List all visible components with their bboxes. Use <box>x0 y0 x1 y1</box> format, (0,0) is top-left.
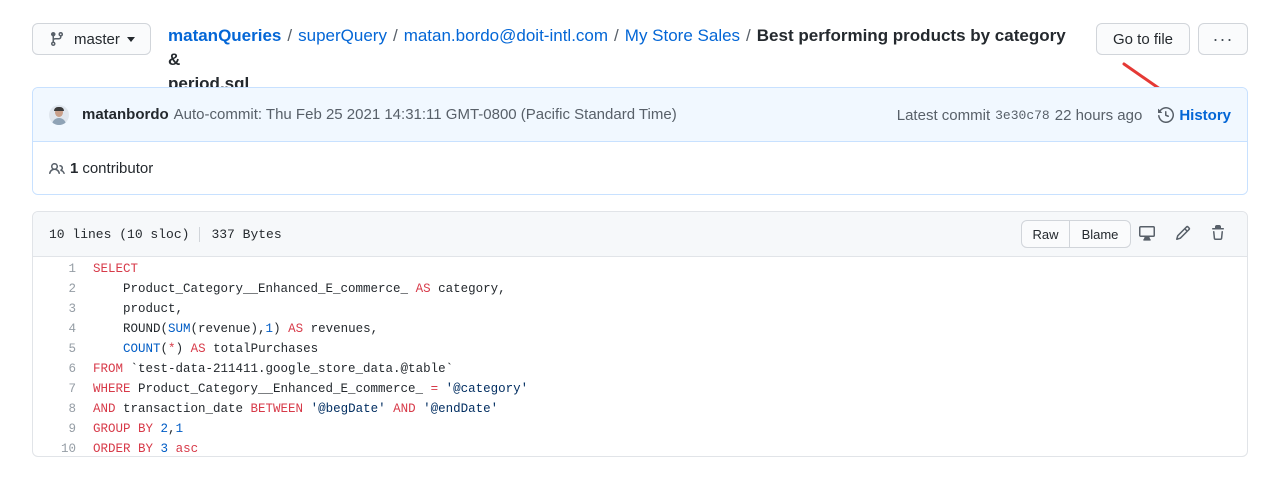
code-line: 9 GROUP BY 2,1 <box>33 419 1247 439</box>
raw-blame-group: Raw Blame <box>1021 220 1131 248</box>
latest-commit-box: matanbordo Auto-commit: Thu Feb 25 2021 … <box>32 87 1248 195</box>
file-header: 10 lines (10 sloc) 337 Bytes Raw Blame <box>33 212 1247 257</box>
line-content: WHERE Product_Category__Enhanced_E_comme… <box>93 382 529 396</box>
go-to-file-button[interactable]: Go to file <box>1096 23 1190 55</box>
line-content: COUNT(*) AS totalPurchases <box>123 342 319 356</box>
blame-button[interactable]: Blame <box>1070 221 1130 247</box>
contributors-row[interactable]: 1 contributor <box>33 142 1247 194</box>
file-viewer: 10 lines (10 sloc) 337 Bytes Raw Blame 1… <box>32 211 1248 457</box>
breadcrumb-separator: / <box>614 26 619 45</box>
line-number[interactable]: 1 <box>33 262 76 276</box>
breadcrumb-segment-link[interactable]: superQuery <box>298 26 387 45</box>
desktop-icon[interactable] <box>1139 225 1157 243</box>
people-icon <box>49 161 66 177</box>
breadcrumb-separator: / <box>287 26 293 45</box>
code-line: 6 FROM `test-data-211411.google_store_dat… <box>33 359 1247 379</box>
line-number[interactable]: 8 <box>33 402 76 416</box>
code-line: 1 SELECT <box>33 259 1247 279</box>
breadcrumb-segment-link[interactable]: My Store Sales <box>625 26 740 45</box>
breadcrumb-separator: / <box>392 26 398 45</box>
file-lines-info: 10 lines (10 sloc) <box>49 226 201 242</box>
code-line: 10 ORDER BY 3 asc <box>33 439 1247 456</box>
contributor-label: contributor <box>82 160 154 177</box>
commit-meta: Latest commit 3e30c78 22 hours ago Histo… <box>897 88 1231 142</box>
breadcrumb-segment-link[interactable]: matan.bordo@doit-intl.com <box>404 26 608 45</box>
commit-sha-link[interactable]: 3e30c78 <box>995 108 1050 123</box>
breadcrumb-separator: / <box>746 26 751 45</box>
commit-time: 22 hours ago <box>1054 106 1143 124</box>
commit-author-link[interactable]: matanbordo <box>82 106 169 123</box>
code-line: 3 product, <box>33 299 1247 319</box>
line-content: AND transaction_date BETWEEN '@begDate' … <box>93 402 499 416</box>
code-line: 7 WHERE Product_Category__Enhanced_E_comm… <box>33 379 1247 399</box>
line-number[interactable]: 10 <box>33 442 76 456</box>
line-number[interactable]: 9 <box>33 422 76 436</box>
trash-icon[interactable] <box>1210 225 1228 243</box>
avatar[interactable] <box>49 104 69 125</box>
git-branch-icon <box>49 31 65 47</box>
code-line: 4 ROUND(SUM(revenue),1) AS revenues, <box>33 319 1247 339</box>
file-size: 337 Bytes <box>211 226 282 242</box>
code-block: 1 SELECT 2 Product_Category__Enhanced_E_co… <box>33 257 1247 456</box>
code-line: 2 Product_Category__Enhanced_E_commerce_… <box>33 279 1247 299</box>
line-number[interactable]: 3 <box>33 302 76 316</box>
line-number[interactable]: 4 <box>33 322 76 336</box>
code-line: 5 COUNT(*) AS totalPurchases <box>33 339 1247 359</box>
line-content: SELECT <box>93 262 139 276</box>
line-content: product, <box>93 302 184 316</box>
latest-commit-label: Latest commit <box>896 106 991 124</box>
raw-button[interactable]: Raw <box>1022 221 1070 247</box>
line-content: GROUP BY 2,1 <box>93 422 184 436</box>
history-link[interactable]: History <box>1158 107 1231 124</box>
history-clock-icon <box>1158 107 1175 123</box>
commit-message[interactable]: Auto-commit: Thu Feb 25 2021 14:31:11 GM… <box>174 106 677 123</box>
line-content: ROUND(SUM(revenue),1) AS revenues, <box>93 322 379 336</box>
history-label: History <box>1179 106 1231 124</box>
kebab-icon[interactable]: ··· <box>1198 23 1248 55</box>
commit-bar: matanbordo Auto-commit: Thu Feb 25 2021 … <box>33 88 1247 142</box>
line-content: Product_Category__Enhanced_E_commerce_ A… <box>93 282 506 296</box>
line-number[interactable]: 6 <box>33 362 76 376</box>
branch-select-button[interactable]: master <box>32 23 151 55</box>
line-content: ORDER BY 3 asc <box>93 442 199 456</box>
contributor-count: 1 <box>70 160 79 177</box>
pencil-icon[interactable] <box>1175 225 1193 243</box>
line-number[interactable]: 2 <box>33 282 76 296</box>
code-line: 8 AND transaction_date BETWEEN '@begDate'… <box>33 399 1247 419</box>
line-number[interactable]: 7 <box>33 382 76 396</box>
breadcrumb: matanQueries / superQuery / matan.bordo@doit… <box>168 24 1068 96</box>
caret-down-icon <box>126 36 135 42</box>
line-content: FROM `test-data-211411.google_store_data… <box>93 362 454 376</box>
branch-label: master <box>74 30 120 48</box>
line-number[interactable]: 5 <box>33 342 76 356</box>
breadcrumb-owner-link[interactable]: matanQueries <box>168 26 281 45</box>
